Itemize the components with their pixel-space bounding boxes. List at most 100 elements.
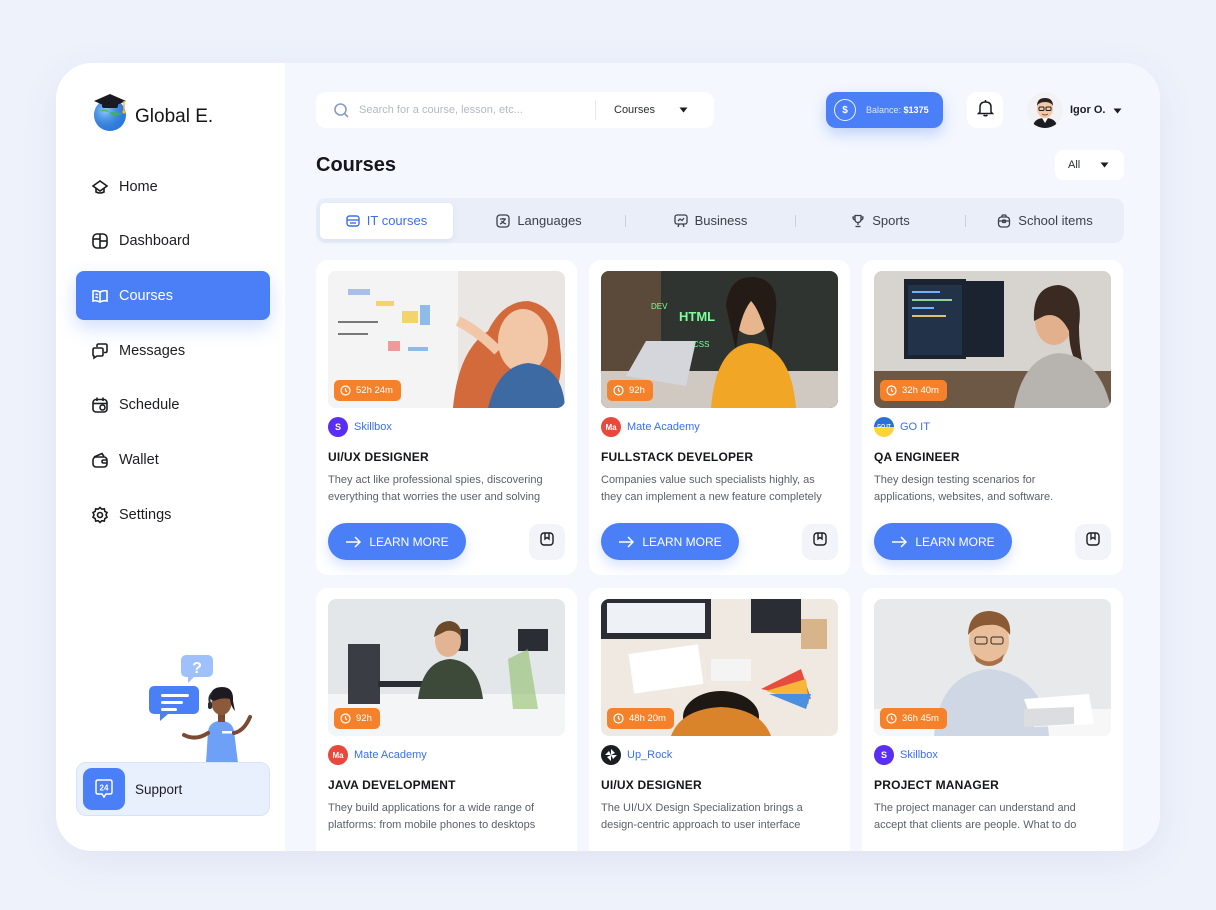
balance-label: Balance: <box>866 105 902 115</box>
course-image: 36h 45m <box>874 599 1111 736</box>
balance-button[interactable]: $ Balance: $1375 <box>826 92 943 128</box>
course-image: 52h 24m <box>328 271 565 408</box>
provider[interactable]: S Skillbox <box>328 417 565 437</box>
description-line: They design testing scenarios for <box>874 474 1036 486</box>
graduation-globe-icon <box>91 91 129 133</box>
provider[interactable]: GO IT GO IT <box>874 417 1111 437</box>
course-card[interactable]: HTML DEV CSS 92h Ma Mate Academy FULLSTA… <box>589 260 850 575</box>
search-category-select[interactable]: Courses <box>614 104 688 116</box>
user-menu[interactable]: Igor O. <box>1027 92 1122 128</box>
translate-icon <box>496 213 510 228</box>
sidebar-item-settings[interactable]: Settings <box>76 490 270 539</box>
sidebar-item-messages[interactable]: Messages <box>76 326 270 375</box>
course-image: HTML DEV CSS 92h <box>601 271 838 408</box>
description-line: platforms: from mobile phones to desktop… <box>328 819 536 831</box>
learn-more-button[interactable]: LEARN MORE <box>874 523 1012 560</box>
duration-text: 92h <box>629 385 645 396</box>
bookmark-icon <box>1085 531 1101 552</box>
provider[interactable]: Ma Mate Academy <box>328 745 565 765</box>
search-input[interactable] <box>359 104 595 116</box>
tab-school-items[interactable]: School items <box>966 203 1124 239</box>
description-line: design-centric approach to user interfac… <box>601 819 801 831</box>
description-line: everything that worries the user and sol… <box>328 491 541 503</box>
filter-select[interactable]: All <box>1055 150 1124 180</box>
duration-badge: 52h 24m <box>334 380 401 401</box>
provider[interactable]: S Skillbox <box>874 745 1111 765</box>
logo[interactable]: Global E. <box>91 91 213 133</box>
tab-languages[interactable]: Languages <box>453 203 625 239</box>
course-card[interactable]: 36h 45m S Skillbox PROJECT MANAGER The p… <box>862 588 1123 851</box>
provider-name: Skillbox <box>900 749 938 761</box>
arrow-right-icon <box>891 535 908 548</box>
bookmark-button[interactable] <box>529 523 565 560</box>
search-icon[interactable] <box>333 102 351 119</box>
dashboard-icon <box>91 232 109 250</box>
sidebar-item-courses[interactable]: Courses <box>76 271 270 321</box>
duration-badge: 36h 45m <box>880 708 947 729</box>
course-card[interactable]: 52h 24m S Skillbox UI/UX DESIGNER They a… <box>316 260 577 575</box>
support-button[interactable]: 24 Support <box>76 762 270 816</box>
provider-logo: Ma <box>328 745 348 765</box>
balance-text: Balance: $1375 <box>866 105 929 115</box>
sidebar-item-label: Settings <box>119 506 172 523</box>
duration-badge: 92h <box>607 380 653 401</box>
description-line: accept that clients are people. What to … <box>874 819 1077 831</box>
notifications-button[interactable] <box>967 92 1003 128</box>
svg-text:CSS: CSS <box>693 340 709 349</box>
arrow-right-icon <box>618 535 635 548</box>
category-tabs: IT courses Languages Business Sports Sch… <box>316 198 1124 243</box>
sidebar-item-label: Courses <box>119 287 173 304</box>
course-description: They build applications for a wide range… <box>328 800 565 834</box>
svg-text:HTML: HTML <box>679 309 715 324</box>
course-card[interactable]: 32h 40m GO IT GO IT QA ENGINEER They des… <box>862 260 1123 575</box>
sidebar-item-dashboard[interactable]: Dashboard <box>76 217 270 266</box>
app-window: Global E. Home Dashboard Courses Message… <box>56 63 1160 851</box>
avatar <box>1027 92 1063 128</box>
provider-name: GO IT <box>900 421 930 433</box>
sidebar-item-schedule[interactable]: Schedule <box>76 381 270 430</box>
bookmark-button[interactable] <box>802 523 838 560</box>
course-description: The UI/UX Design Specialization brings a… <box>601 800 838 834</box>
provider-logo: S <box>874 745 894 765</box>
gear-icon <box>91 506 109 524</box>
course-title: UI/UX DESIGNER <box>328 450 429 464</box>
tab-sports[interactable]: Sports <box>796 203 965 239</box>
course-card[interactable]: 48h 20m Up_Rock UI/UX DESIGNER The UI/UX… <box>589 588 850 851</box>
tab-business[interactable]: Business <box>626 203 795 239</box>
caret-down-icon <box>1113 101 1122 119</box>
description-line: They act like professional spies, discov… <box>328 474 543 486</box>
bookmark-button[interactable] <box>1075 523 1111 560</box>
tab-label: Business <box>694 213 748 228</box>
sidebar-item-home[interactable]: Home <box>76 162 270 211</box>
tab-label: Sports <box>872 213 910 228</box>
svg-text:24: 24 <box>100 784 109 793</box>
clock-icon <box>886 713 897 724</box>
sidebar-item-label: Messages <box>119 342 186 359</box>
course-description: They act like professional spies, discov… <box>328 472 565 506</box>
description-line: The UI/UX Design Specialization brings a <box>601 802 803 814</box>
clock-icon <box>340 385 351 396</box>
trophy-icon <box>851 214 865 228</box>
learn-more-button[interactable]: LEARN MORE <box>601 523 739 560</box>
course-title: PROJECT MANAGER <box>874 778 1000 792</box>
sidebar-nav: Home Dashboard Courses Messages Schedule… <box>76 162 270 545</box>
duration-badge: 48h 20m <box>607 708 674 729</box>
search-category-value: Courses <box>614 104 655 116</box>
description-line: Companies value such specialists highly,… <box>601 474 815 486</box>
provider[interactable]: Ma Mate Academy <box>601 417 838 437</box>
tab-it-courses[interactable]: IT courses <box>320 202 453 239</box>
tab-label: School items <box>1018 213 1093 228</box>
duration-text: 32h 40m <box>902 385 939 396</box>
duration-text: 36h 45m <box>902 713 939 724</box>
card-actions: LEARN MORE <box>601 523 838 560</box>
duration-text: 52h 24m <box>356 385 393 396</box>
provider[interactable]: Up_Rock <box>601 745 838 765</box>
sidebar-item-wallet[interactable]: Wallet <box>76 435 270 484</box>
svg-text:DEV: DEV <box>651 302 668 311</box>
course-card[interactable]: 92h Ma Mate Academy JAVA DEVELOPMENT The… <box>316 588 577 851</box>
page-title: Courses <box>316 154 397 176</box>
learn-more-button[interactable]: LEARN MORE <box>328 523 466 560</box>
provider-name: Skillbox <box>354 421 392 433</box>
clock-icon <box>886 385 897 396</box>
course-image: 92h <box>328 599 565 736</box>
